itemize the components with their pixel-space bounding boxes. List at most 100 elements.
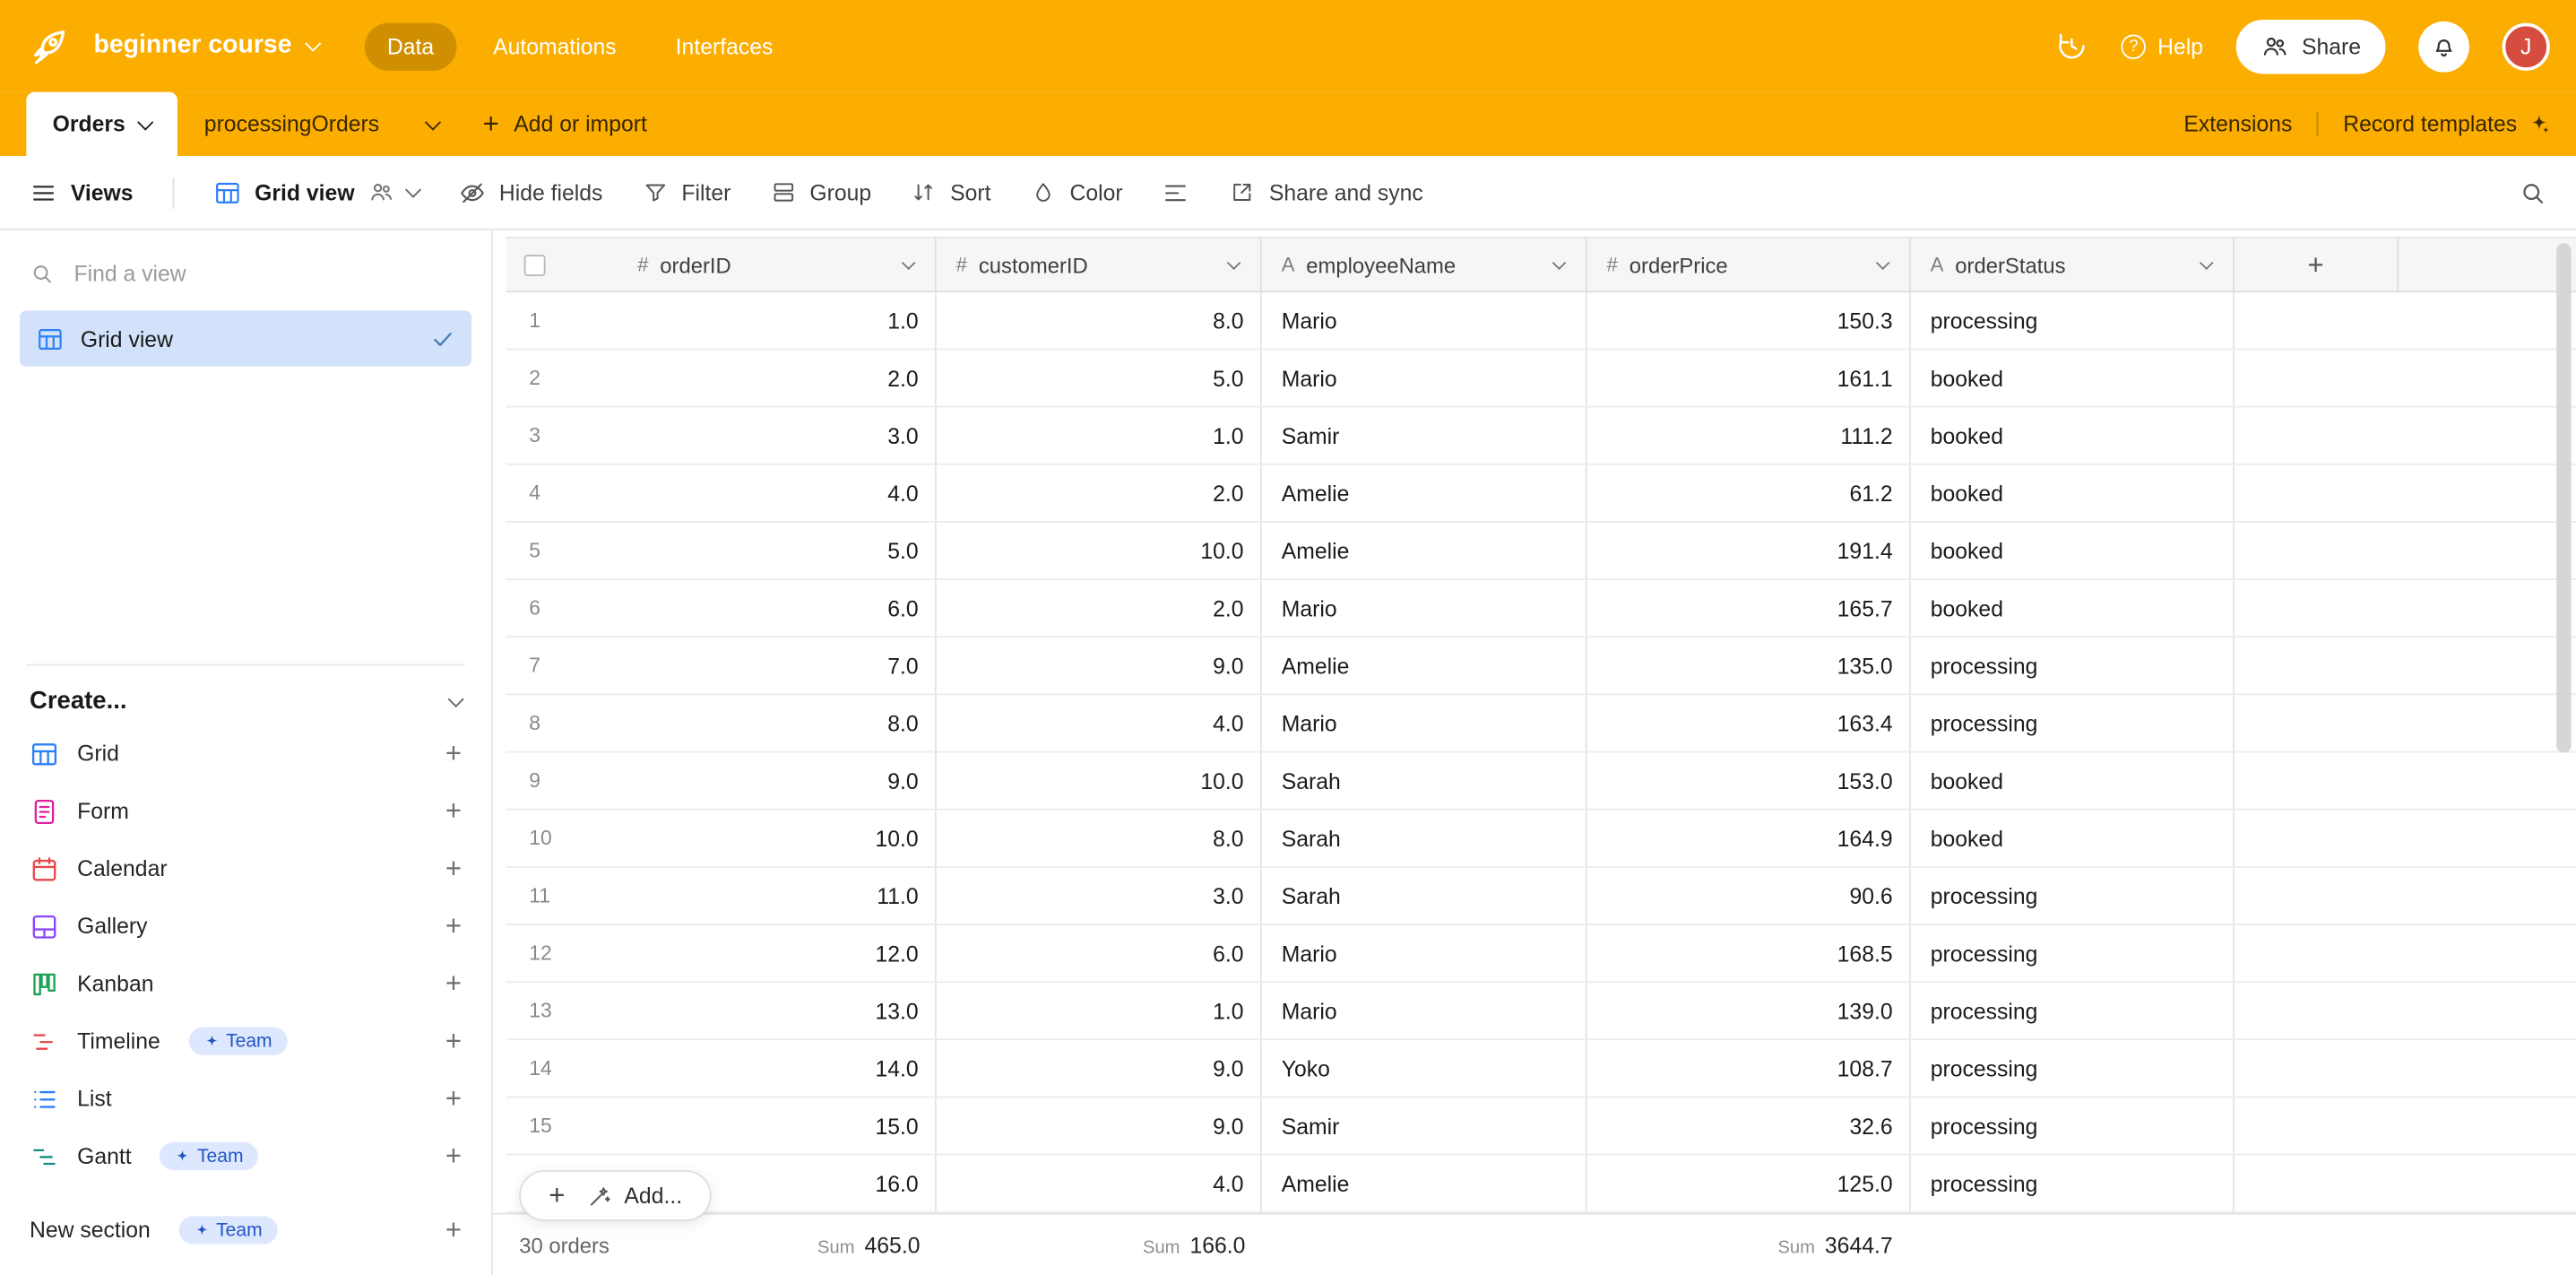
cell-employeeName[interactable]: Sarah [1262,811,1587,866]
cell-customerID[interactable]: 1.0 [937,983,1262,1038]
cell-orderID[interactable]: 11.0 [506,292,937,348]
create-view-list[interactable]: List+ [0,1070,491,1127]
create-view-gallery[interactable]: Gallery+ [0,898,491,955]
cell-orderStatus[interactable]: booked [1911,523,2235,578]
cell-customerID[interactable]: 1.0 [937,408,1262,464]
cell-orderPrice[interactable]: 153.0 [1587,753,1911,809]
sum-orderPrice[interactable]: Sum3644.7 [1587,1233,1893,1257]
sum-orderID[interactable]: Sum465.0 [506,1233,921,1257]
cell-employeeName[interactable]: Sarah [1262,753,1587,809]
cell-orderStatus[interactable]: booked [1911,350,2235,405]
create-view-calendar[interactable]: Calendar+ [0,840,491,898]
cell-employeeName[interactable]: Mario [1262,292,1587,348]
cell-orderPrice[interactable]: 111.2 [1587,408,1911,464]
add-field-button[interactable]: + [2235,239,2399,291]
history-icon[interactable] [2055,30,2088,63]
cell-employeeName[interactable]: Amelie [1262,523,1587,578]
cell-orderPrice[interactable]: 125.0 [1587,1156,1911,1211]
chevron-down-icon[interactable] [1552,256,1567,270]
sidebar-view-grid-view[interactable]: Grid view [20,310,471,366]
new-section-button[interactable]: New section Team + [0,1201,491,1259]
cell-orderID[interactable]: 1515.0 [506,1097,937,1153]
add-or-import-button[interactable]: + Add or import [460,92,670,156]
cell-orderStatus[interactable]: booked [1911,465,2235,521]
cell-customerID[interactable]: 6.0 [937,925,1262,981]
tab-orders[interactable]: Orders [26,92,177,156]
cell-employeeName[interactable]: Mario [1262,925,1587,981]
chevron-down-icon[interactable] [902,256,916,270]
tab-processing-orders[interactable]: processingOrders [177,92,405,156]
cell-employeeName[interactable]: Mario [1262,695,1587,750]
cell-employeeName[interactable]: Sarah [1262,868,1587,924]
cell-orderPrice[interactable]: 32.6 [1587,1097,1911,1153]
cell-orderID[interactable]: 66.0 [506,580,937,636]
cell-customerID[interactable]: 9.0 [937,638,1262,693]
create-section-header[interactable]: Create... [30,687,462,715]
sum-customerID[interactable]: Sum166.0 [937,1233,1246,1257]
cell-orderStatus[interactable]: processing [1911,1040,2235,1096]
cell-customerID[interactable]: 9.0 [937,1040,1262,1096]
cell-orderID[interactable]: 1313.0 [506,983,937,1038]
cell-customerID[interactable]: 8.0 [937,811,1262,866]
cell-customerID[interactable]: 2.0 [937,465,1262,521]
create-view-grid[interactable]: Grid+ [0,724,491,782]
cell-orderStatus[interactable]: processing [1911,1097,2235,1153]
cell-orderID[interactable]: 99.0 [506,753,937,809]
cell-employeeName[interactable]: Amelie [1262,1156,1587,1211]
plus-icon[interactable]: + [445,1140,462,1173]
find-view-input[interactable] [71,260,462,288]
cell-orderStatus[interactable]: processing [1911,292,2235,348]
nav-tab-interfaces[interactable]: Interfaces [653,22,796,70]
cell-employeeName[interactable]: Amelie [1262,465,1587,521]
share-and-sync-button[interactable]: Share and sync [1230,179,1423,205]
filter-button[interactable]: Filter [642,179,730,205]
views-button[interactable]: Views [30,178,134,206]
column-header-orderStatus[interactable]: AorderStatus [1911,239,2235,291]
cell-orderID[interactable]: 1414.0 [506,1040,937,1096]
cell-customerID[interactable]: 8.0 [937,292,1262,348]
cell-employeeName[interactable]: Samir [1262,408,1587,464]
column-header-orderID[interactable]: #orderID [506,239,937,291]
chevron-down-icon[interactable] [2200,256,2214,270]
cell-orderStatus[interactable]: booked [1911,580,2235,636]
cell-orderStatus[interactable]: processing [1911,1156,2235,1211]
cell-employeeName[interactable]: Mario [1262,350,1587,405]
plus-icon[interactable]: + [445,910,462,943]
column-header-customerID[interactable]: #customerID [937,239,1262,291]
chevron-down-icon[interactable] [1227,256,1241,270]
cell-customerID[interactable]: 4.0 [937,1156,1262,1211]
scrollbar-thumb[interactable] [2556,243,2571,752]
cell-orderPrice[interactable]: 139.0 [1587,983,1911,1038]
plus-icon[interactable]: + [445,1082,462,1115]
cell-customerID[interactable]: 2.0 [937,580,1262,636]
record-templates-button[interactable]: Record templates [2343,112,2550,136]
chevron-down-icon[interactable] [1876,256,1890,270]
cell-orderStatus[interactable]: processing [1911,925,2235,981]
current-view-button[interactable]: Grid view [213,178,419,206]
cell-orderID[interactable]: 55.0 [506,523,937,578]
cell-orderStatus[interactable]: booked [1911,811,2235,866]
cell-employeeName[interactable]: Samir [1262,1097,1587,1153]
cell-orderPrice[interactable]: 161.1 [1587,350,1911,405]
select-all-checkbox[interactable] [524,254,546,275]
cell-orderPrice[interactable]: 108.7 [1587,1040,1911,1096]
user-avatar[interactable]: J [2503,22,2550,70]
hide-fields-button[interactable]: Hide fields [458,178,602,206]
cell-orderID[interactable]: 1010.0 [506,811,937,866]
column-header-orderPrice[interactable]: #orderPrice [1587,239,1911,291]
cell-orderStatus[interactable]: booked [1911,408,2235,464]
extensions-button[interactable]: Extensions [2183,112,2292,136]
create-view-gantt[interactable]: GanttTeam+ [0,1127,491,1184]
cell-employeeName[interactable]: Mario [1262,580,1587,636]
notifications-button[interactable] [2418,21,2469,72]
nav-tab-data[interactable]: Data [364,22,457,70]
cell-orderStatus[interactable]: processing [1911,695,2235,750]
nav-tab-automations[interactable]: Automations [470,22,639,70]
plus-icon[interactable]: + [445,1025,462,1058]
cell-orderPrice[interactable]: 90.6 [1587,868,1911,924]
cell-orderPrice[interactable]: 163.4 [1587,695,1911,750]
cell-customerID[interactable]: 10.0 [937,523,1262,578]
row-height-button[interactable] [1163,178,1190,206]
cell-customerID[interactable]: 3.0 [937,868,1262,924]
cell-employeeName[interactable]: Yoko [1262,1040,1587,1096]
